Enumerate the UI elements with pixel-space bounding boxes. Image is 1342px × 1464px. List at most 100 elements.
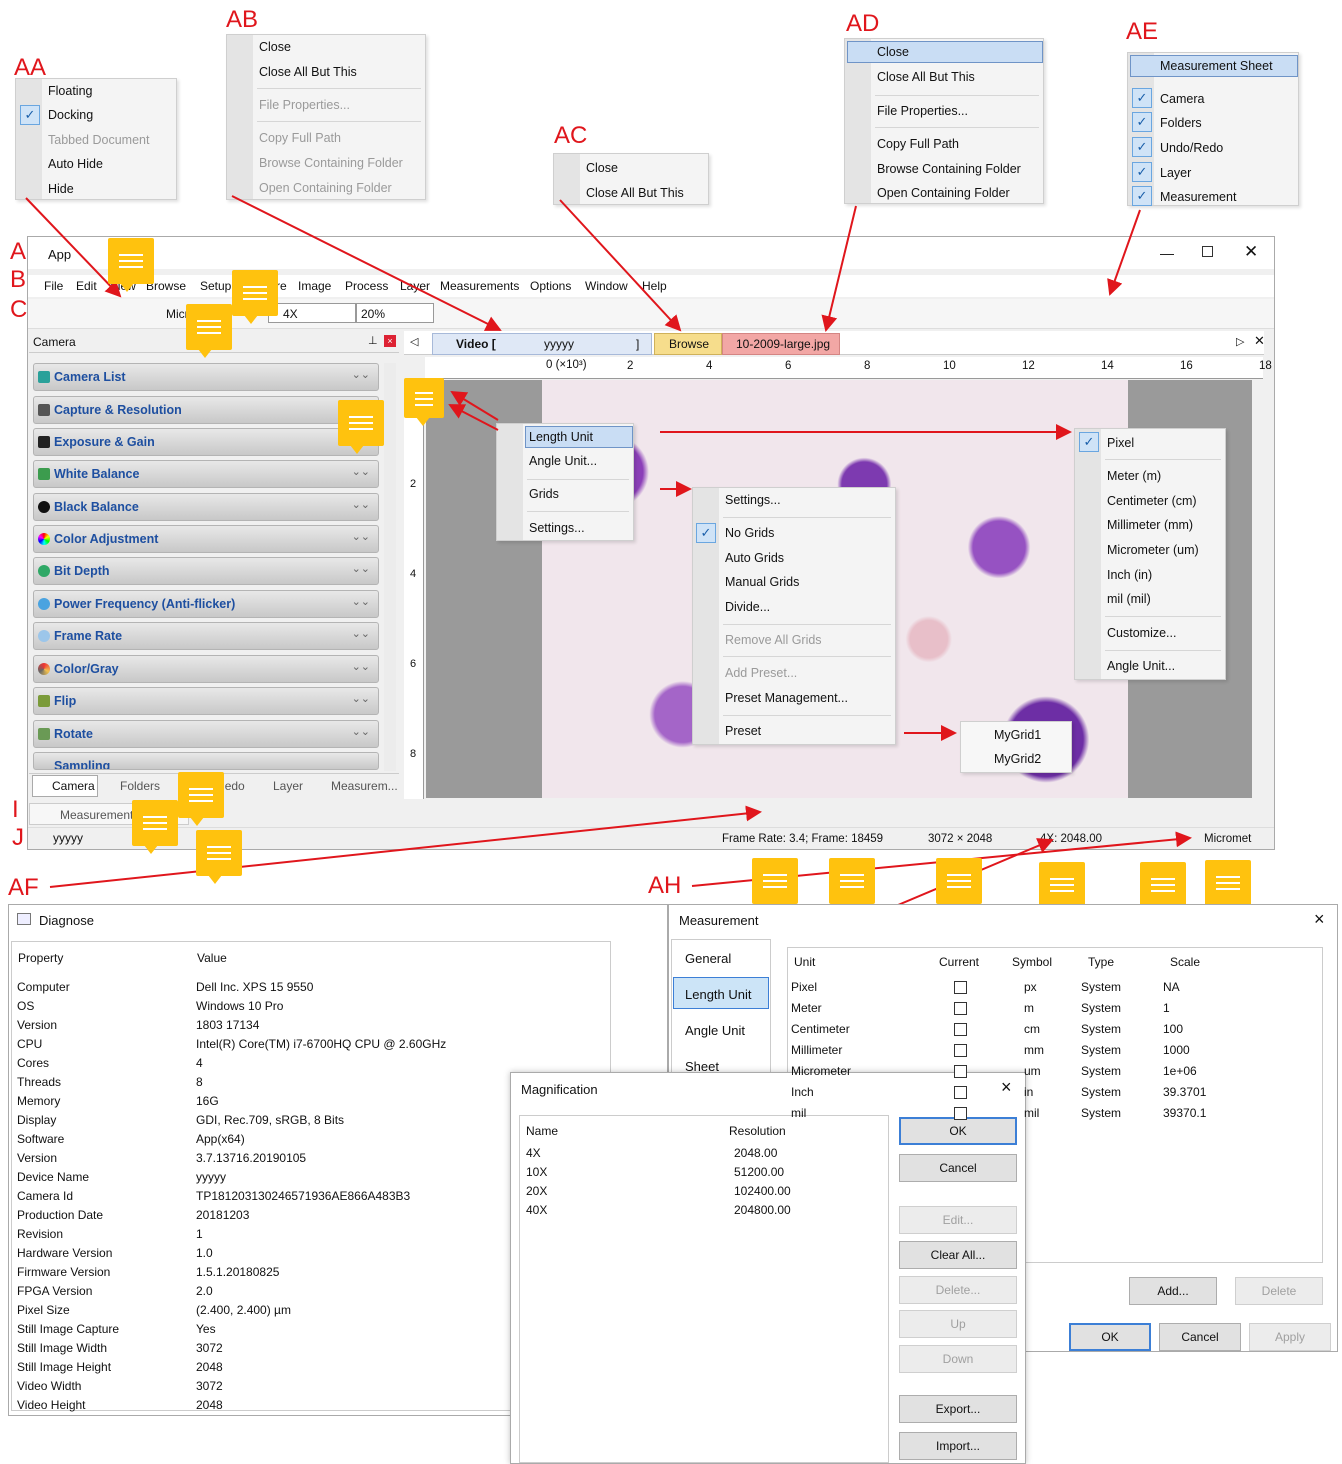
unit-current-checkbox[interactable] [954,1002,967,1015]
magnification-title: Magnification [521,1082,598,1097]
note-icon [338,400,384,454]
unit-scale: 1e+06 [1163,1064,1197,1078]
diagnose-value: 3072 [196,1341,223,1355]
mag-ok-button[interactable]: OK [899,1117,1017,1145]
unit-name: Pixel [791,980,818,994]
unit-type: System [1081,1001,1122,1015]
note-icon [232,270,278,324]
mag-cancel-button[interactable]: Cancel [899,1154,1017,1182]
note-icon [1205,860,1251,914]
unit-current-checkbox[interactable] [954,1107,967,1120]
magnification-table [519,1115,889,1463]
ruler-tick-label: 16 [1180,360,1193,372]
ruler-tick-label: 6 [410,658,417,670]
diagnose-property: Threads [17,1075,62,1089]
note-icon [1140,862,1186,916]
mag-row-name[interactable]: 10X [526,1165,547,1179]
mag-row-resolution: 204800.00 [734,1203,791,1217]
mag-row-name[interactable]: 40X [526,1203,547,1217]
diagnose-property: Still Image Width [17,1341,108,1355]
unit-current-checkbox[interactable] [954,1065,967,1078]
unit-current-checkbox[interactable] [954,981,967,994]
diagnose-property: Cores [17,1056,50,1070]
diagnose-property: Firmware Version [17,1265,111,1279]
unit-symbol: in [1024,1085,1034,1099]
mag-edit-button: Edit... [899,1206,1017,1234]
mag-import-button[interactable]: Import... [899,1432,1017,1460]
nav-angle-unit[interactable]: Angle Unit [685,1023,745,1038]
ruler-tick-label: 10 [943,360,956,372]
diagnose-col-value: Value [197,951,227,965]
diagnose-value: Yes [196,1322,216,1336]
cancel-button[interactable]: Cancel [1159,1323,1241,1351]
unit-scale: 39370.1 [1163,1106,1207,1120]
diagnose-property: Version [17,1018,58,1032]
unit-name: Micrometer [791,1064,852,1078]
unit-type: System [1081,1106,1122,1120]
ruler-tick-label: 8 [410,748,417,760]
diagnose-value: 4 [196,1056,203,1070]
unit-col-header: Symbol [1012,955,1053,969]
diagnose-property: Still Image Capture [17,1322,120,1336]
mag-row-name[interactable]: 20X [526,1184,547,1198]
diagnose-property: Memory [17,1094,61,1108]
diagnose-property: Hardware Version [17,1246,113,1260]
unit-scale: 100 [1163,1022,1184,1036]
diagnose-property: CPU [17,1037,43,1051]
ruler-tick-label: 8 [864,360,871,372]
note-icon [186,304,232,358]
diagnose-property: Device Name [17,1170,90,1184]
mag-row-name[interactable]: 4X [526,1146,541,1160]
note-icon [108,238,154,292]
note-icon [1039,862,1085,916]
apply-button: Apply [1249,1323,1331,1351]
unit-symbol: mil [1024,1106,1040,1120]
unit-scale: 39.3701 [1163,1085,1207,1099]
diagnose-col-property: Property [18,951,64,965]
mag-col-name: Name [526,1124,559,1138]
measurement-close-icon[interactable]: × [1314,909,1325,930]
magnification-window: Magnification × Name Resolution OK Cance… [510,1072,1026,1464]
note-icon [404,378,444,426]
diagnose-value: Intel(R) Core(TM) i7-6700HQ CPU @ 2.60GH… [196,1037,447,1051]
diagnose-property: Camera Id [17,1189,74,1203]
note-icon [178,772,224,826]
diagnose-value: 1803 17134 [196,1018,260,1032]
unit-scale: 1000 [1163,1043,1190,1057]
note-icon [936,858,982,912]
unit-current-checkbox[interactable] [954,1086,967,1099]
mag-up-button: Up [899,1310,1017,1338]
diagnose-property: Version [17,1151,58,1165]
nav-general[interactable]: General [685,951,731,966]
diagnose-property: Revision [17,1227,64,1241]
ruler-tick-label: 2 [410,478,417,490]
unit-type: System [1081,1043,1122,1057]
ok-button[interactable]: OK [1069,1323,1151,1351]
mag-row-resolution: 51200.00 [734,1165,785,1179]
unit-name: mil [791,1106,807,1120]
add-unit-button[interactable]: Add... [1129,1277,1217,1305]
mag-delete-button: Delete... [899,1276,1017,1304]
diagnose-value: yyyyy [196,1170,226,1184]
diagnose-value: App(x64) [196,1132,245,1146]
diagnose-property: Pixel Size [17,1303,70,1317]
unit-current-checkbox[interactable] [954,1023,967,1036]
unit-current-checkbox[interactable] [954,1044,967,1057]
diagnose-value: 2048 [196,1360,223,1374]
ruler-tick-label: 6 [785,360,792,372]
magnification-close-icon[interactable]: × [1001,1077,1012,1098]
mag-row-resolution: 102400.00 [734,1184,791,1198]
diagnose-property: Video Height [17,1398,86,1412]
unit-col-header: Unit [794,955,816,969]
mag-export-button[interactable]: Export... [899,1395,1017,1423]
ruler-tick-label: 4 [706,360,713,372]
ruler-tick-label: 2 [627,360,634,372]
unit-symbol: m [1024,1001,1034,1015]
unit-name: Meter [791,1001,822,1015]
unit-name: Centimeter [791,1022,850,1036]
diagnose-property: Still Image Height [17,1360,112,1374]
diagnose-value: 3072 [196,1379,223,1393]
diagnose-icon [17,913,31,925]
diagnose-value: 1.0 [196,1246,213,1260]
mag-clear-all-button[interactable]: Clear All... [899,1241,1017,1269]
